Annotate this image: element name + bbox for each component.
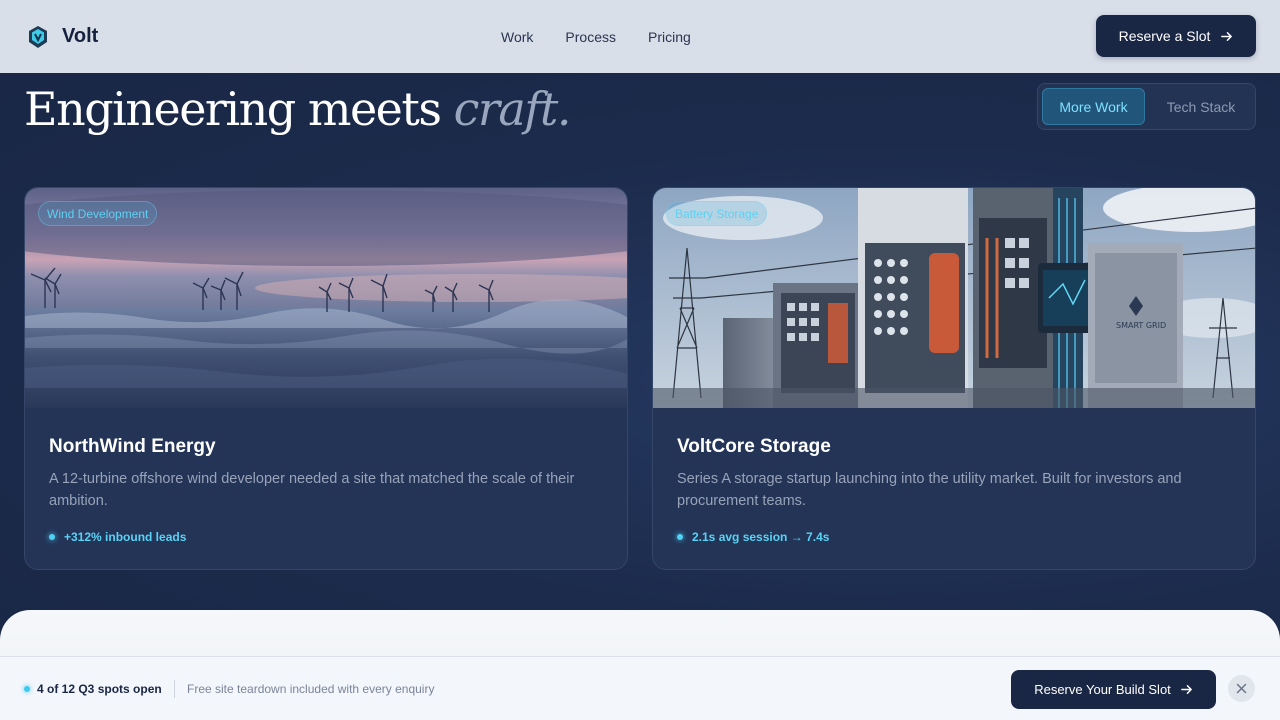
close-bar-button[interactable] [1228,675,1255,702]
reserve-slot-label: Reserve a Slot [1118,28,1211,44]
headline-main: Engineering meets [24,82,442,136]
svg-text:SMART GRID: SMART GRID [1116,321,1166,330]
metric-dot-icon [677,534,683,540]
site-header: Volt Work Process Pricing Reserve a Slot [0,0,1280,73]
metric-dot-icon [49,534,55,540]
spots-label: 4 of 12 Q3 spots open [37,682,162,696]
case-study-card[interactable]: Wind Development NorthWind Energy A 12-t… [24,187,628,570]
card-description: Series A storage startup launching into … [677,471,1182,509]
headline-accent: craft. [453,82,572,136]
close-icon [1236,683,1247,694]
volt-logo-icon [29,25,47,48]
section-toggle: More Work Tech Stack [1037,83,1256,130]
teardown-note: Free site teardown included with every e… [187,682,435,696]
sticky-booking-bar: 4 of 12 Q3 spots open Free site teardown… [0,656,1280,720]
case-study-card[interactable]: SMART GRID Battery Storage VoltCore Stor… [652,187,1256,570]
reserve-slot-button[interactable]: Reserve a Slot [1096,15,1256,57]
nav-item-process[interactable]: Process [565,29,616,45]
metric-label: +312% inbound leads [64,530,187,544]
category-badge: Wind Development [38,201,158,226]
status-dot-icon [24,686,30,692]
main-nav: Work Process Pricing [501,0,691,73]
brand-logo[interactable]: Volt [26,25,98,49]
availability-status: 4 of 12 Q3 spots open [24,657,162,720]
arrow-right-icon [1180,685,1192,694]
tab-tech-stack[interactable]: Tech Stack [1151,88,1251,125]
card-description: A 12-turbine offshore wind developer nee… [49,471,575,509]
reserve-build-slot-label: Reserve Your Build Slot [1034,682,1171,697]
nav-item-pricing[interactable]: Pricing [648,29,691,45]
nav-item-work[interactable]: Work [501,29,533,45]
brand-name: Volt [62,25,99,47]
reserve-build-slot-button[interactable]: Reserve Your Build Slot [1011,670,1216,709]
page-title: Engineering meets craft. [24,82,572,136]
card-title: NorthWind Energy [49,436,216,457]
arrow-right-icon [1221,31,1233,41]
category-badge: Battery Storage [666,201,768,226]
card-metric: 2.1s avg session → 7.4s [677,530,829,544]
tab-more-work[interactable]: More Work [1042,88,1145,125]
divider [174,680,175,698]
metric-label: 2.1s avg session → 7.4s [692,530,830,544]
card-image-wind: Wind Development [25,188,627,408]
card-metric: +312% inbound leads [49,530,186,544]
card-image-battery: SMART GRID Battery Storage [653,188,1255,408]
card-title: VoltCore Storage [677,436,831,457]
